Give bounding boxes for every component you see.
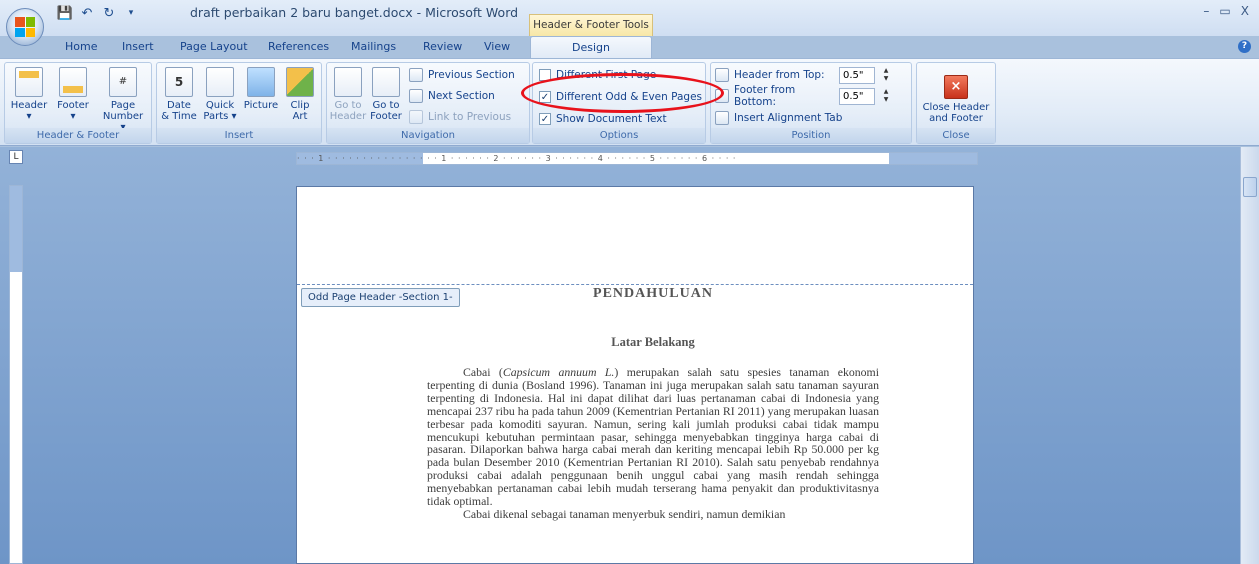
undo-icon[interactable]: ↶ xyxy=(78,4,96,22)
header-boundary-line xyxy=(297,284,973,285)
contextual-tab-group-label: Header & Footer Tools xyxy=(529,14,653,36)
group-navigation: Go to Header Go to Footer Previous Secti… xyxy=(326,62,530,144)
office-logo-icon xyxy=(15,17,35,37)
group-label-insert: Insert xyxy=(157,128,321,143)
show-document-text-checkbox[interactable]: ✓ xyxy=(539,113,551,125)
office-button[interactable] xyxy=(6,8,44,46)
alignment-tab-icon xyxy=(715,111,729,125)
different-odd-even-option[interactable]: ✓ Different Odd & Even Pages xyxy=(539,88,702,106)
page-number-icon: # xyxy=(109,67,137,97)
next-section-icon xyxy=(409,89,423,103)
tab-review[interactable]: Review xyxy=(423,40,462,53)
go-to-header-icon xyxy=(334,67,362,97)
group-position: Header from Top: 0.5" ▲ ▼ Footer from Bot… xyxy=(710,62,912,144)
tab-references[interactable]: References xyxy=(268,40,329,53)
tab-home[interactable]: Home xyxy=(65,40,97,53)
vertical-scrollbar[interactable] xyxy=(1240,147,1259,564)
different-odd-even-checkbox[interactable]: ✓ xyxy=(539,91,551,103)
tab-design[interactable]: Design xyxy=(530,36,652,60)
previous-section-button[interactable]: Previous Section xyxy=(409,66,515,84)
previous-section-icon xyxy=(409,68,423,82)
group-label-options: Options xyxy=(533,128,705,143)
go-to-footer-button[interactable]: Go to Footer xyxy=(367,67,405,122)
close-window-button[interactable]: X xyxy=(1241,4,1249,18)
clip-art-button[interactable]: Clip Art xyxy=(283,67,317,122)
clip-art-icon xyxy=(286,67,314,97)
group-label-close: Close xyxy=(917,128,995,143)
close-icon: × xyxy=(944,75,968,99)
footer-from-bottom-row: Footer from Bottom: 0.5" ▲ ▼ xyxy=(715,84,892,108)
restore-button[interactable]: ▭ xyxy=(1219,4,1230,18)
tab-page-layout[interactable]: Page Layout xyxy=(180,40,248,53)
ruler-top-margin xyxy=(10,186,22,272)
close-header-footer-button[interactable]: × Close Header and Footer xyxy=(921,67,991,124)
help-icon[interactable]: ? xyxy=(1238,40,1251,53)
ribbon-tabs: Home Insert Page Layout References Maili… xyxy=(0,36,1259,60)
header-from-top-spinner[interactable]: ▲ ▼ xyxy=(880,67,892,84)
footer-icon xyxy=(59,67,87,97)
footer-button[interactable]: Footer ▾ xyxy=(53,67,93,122)
vertical-ruler[interactable] xyxy=(9,185,23,564)
picture-button[interactable]: Picture xyxy=(241,67,281,111)
quick-access-toolbar: 💾 ↶ ↻ ▾ xyxy=(56,3,140,23)
page-number-button[interactable]: # Page Number ▾ xyxy=(99,67,147,133)
group-close: × Close Header and Footer Close xyxy=(916,62,996,144)
date-time-button[interactable]: 5 Date & Time xyxy=(161,67,197,122)
tab-view[interactable]: View xyxy=(484,40,510,53)
title-bar: 💾 ↶ ↻ ▾ draft perbaikan 2 baru banget.do… xyxy=(0,0,1259,46)
group-insert: 5 Date & Time Quick Parts ▾ Picture Clip Ar… xyxy=(156,62,322,144)
ruler-ticks: · · · 1 · · · · · · · · · · · · · · · · … xyxy=(297,154,737,163)
group-label-navigation: Navigation xyxy=(327,128,529,143)
document-subheading: Latar Belakang xyxy=(611,335,695,349)
group-label-position: Position xyxy=(711,128,911,143)
go-to-footer-icon xyxy=(372,67,400,97)
link-to-previous-button[interactable]: Link to Previous xyxy=(409,108,511,126)
window-title: draft perbaikan 2 baru banget.docx - Mic… xyxy=(190,5,519,20)
customize-toolbar-icon[interactable]: ▾ xyxy=(122,4,140,22)
header-from-top-input[interactable]: 0.5" xyxy=(839,66,875,84)
ribbon: Header▾ Footer▾ # Page Number ▾ Header &… xyxy=(0,58,1259,146)
different-first-page-checkbox[interactable] xyxy=(539,69,551,81)
quick-parts-button[interactable]: Quick Parts ▾ xyxy=(201,67,239,122)
window-controls: – ▭ X xyxy=(1203,4,1249,18)
calendar-icon: 5 xyxy=(165,67,193,97)
different-first-page-option[interactable]: Different First Page xyxy=(539,66,656,84)
save-icon[interactable]: 💾 xyxy=(56,4,74,22)
minimize-button[interactable]: – xyxy=(1203,4,1209,18)
tab-insert[interactable]: Insert xyxy=(122,40,154,53)
group-header-footer: Header▾ Footer▾ # Page Number ▾ Header &… xyxy=(4,62,152,144)
next-section-button[interactable]: Next Section xyxy=(409,87,495,105)
scrollbar-thumb[interactable] xyxy=(1243,177,1257,197)
group-label-header-footer: Header & Footer xyxy=(5,128,151,143)
insert-alignment-tab-button[interactable]: Insert Alignment Tab xyxy=(715,109,842,127)
redo-icon[interactable]: ↻ xyxy=(100,4,118,22)
footer-position-icon xyxy=(715,89,729,103)
quick-parts-icon xyxy=(206,67,234,97)
document-heading: PENDAHULUAN xyxy=(593,286,713,301)
horizontal-ruler[interactable]: · · · 1 · · · · · · · · · · · · · · · · … xyxy=(296,152,978,165)
document-page[interactable]: Odd Page Header -Section 1- PENDAHULUAN … xyxy=(296,186,974,564)
footer-from-bottom-spinner[interactable]: ▲ ▼ xyxy=(880,88,892,105)
document-paragraph-2: Cabai dikenal sebagai tanaman menyerbuk … xyxy=(463,506,786,521)
header-from-top-row: Header from Top: 0.5" ▲ ▼ xyxy=(715,66,892,84)
header-position-icon xyxy=(715,68,729,82)
document-paragraph: Cabai (Capsicum annuum L.) merupakan sal… xyxy=(427,365,880,521)
show-document-text-option[interactable]: ✓ Show Document Text xyxy=(539,110,667,128)
link-icon xyxy=(409,110,423,124)
go-to-header-button[interactable]: Go to Header xyxy=(329,67,367,122)
tab-selector[interactable]: L xyxy=(9,150,23,164)
footer-from-bottom-input[interactable]: 0.5" xyxy=(839,87,875,105)
group-options: Different First Page ✓ Different Odd & E… xyxy=(532,62,706,144)
tab-mailings[interactable]: Mailings xyxy=(351,40,396,53)
header-icon xyxy=(15,67,43,97)
header-button[interactable]: Header ▾ xyxy=(9,67,49,122)
ruler-right-margin xyxy=(889,153,977,164)
picture-icon xyxy=(247,67,275,97)
